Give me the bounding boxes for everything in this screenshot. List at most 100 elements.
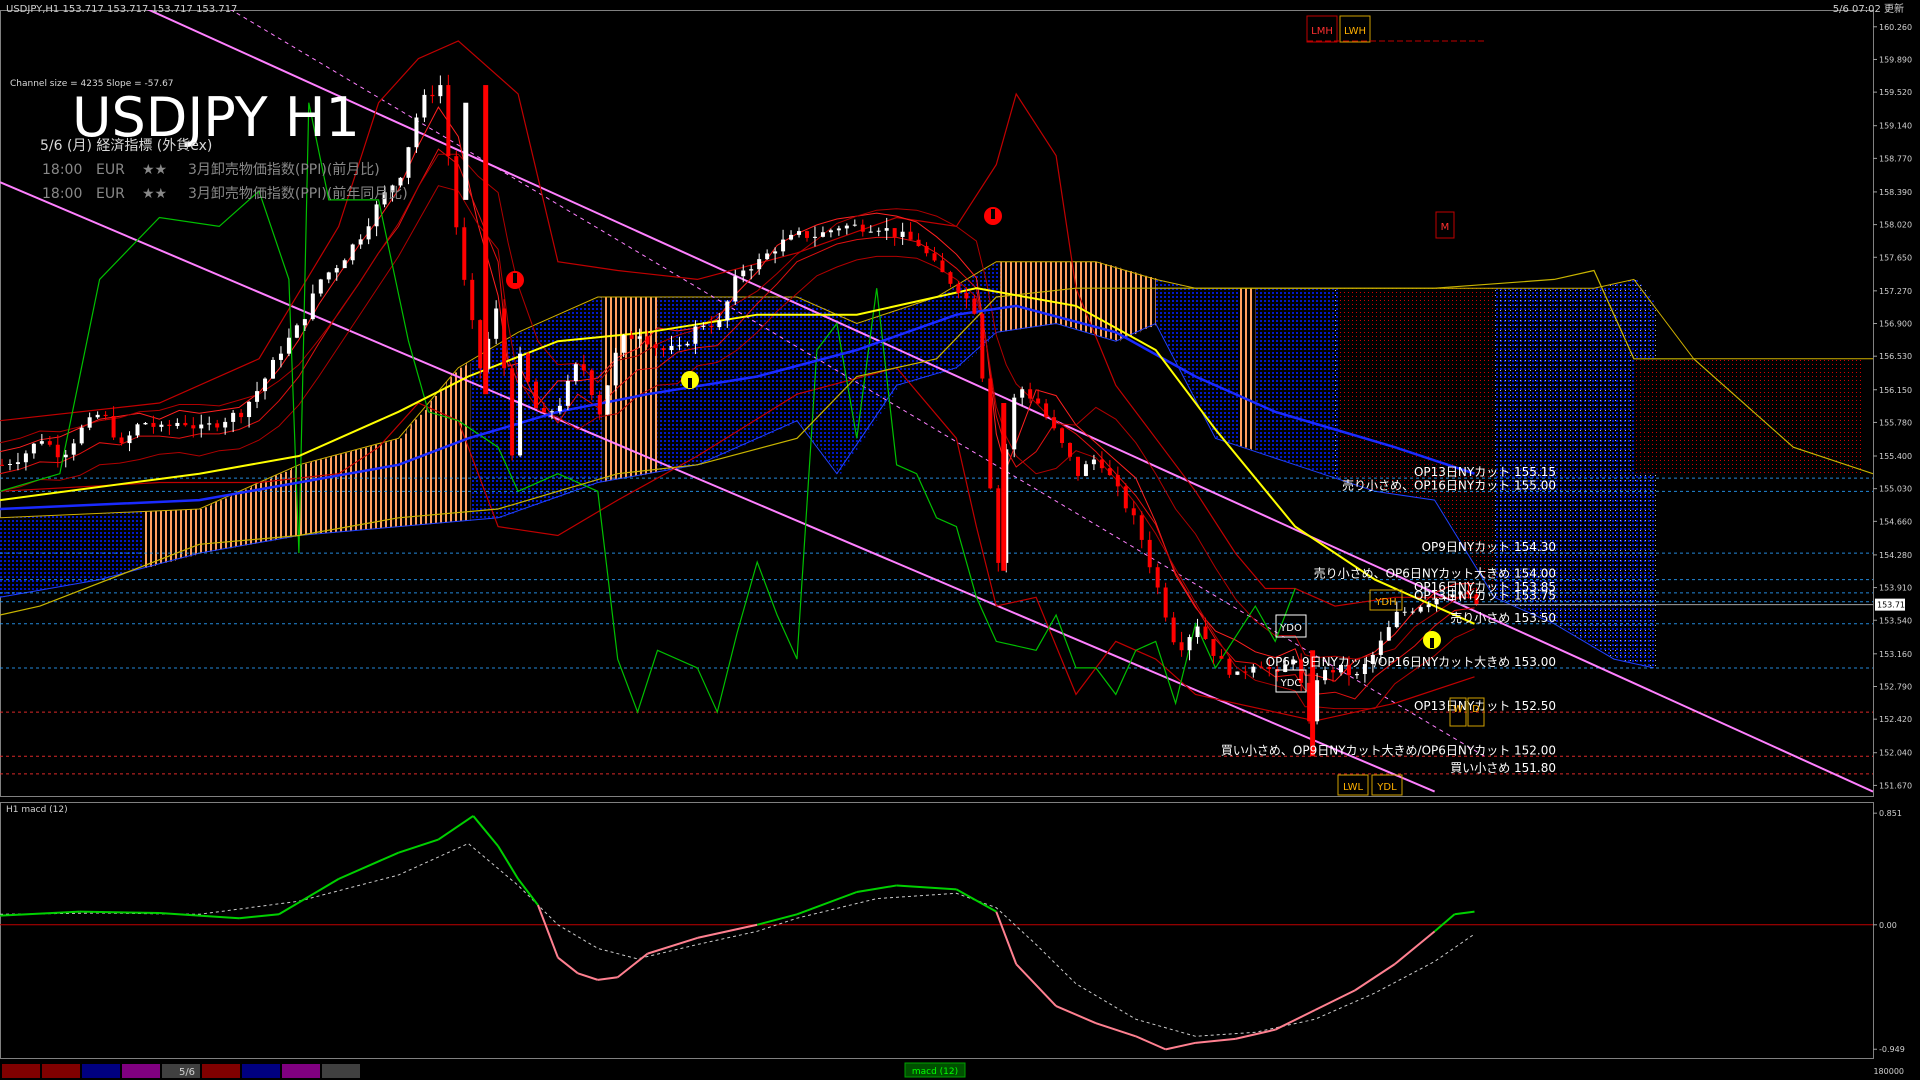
price-level-label: 売り小さめ、OP6日NYカット大きめ 154.00 <box>1314 566 1556 581</box>
cloud-segment <box>932 298 938 375</box>
update-time: 5/6 07:02 更新 <box>1833 2 1904 15</box>
color-swatch <box>42 1064 80 1078</box>
cloud-segment <box>1044 261 1049 326</box>
macd-line <box>597 976 618 981</box>
price-tick-label: 156.530 <box>1879 352 1912 361</box>
cloud-segment <box>1107 265 1113 339</box>
cloud-segment <box>904 307 910 383</box>
marker-ydl-label: YDL <box>1376 782 1397 793</box>
price-tick-label: 152.420 <box>1879 715 1912 724</box>
candle-body <box>860 224 865 232</box>
price-level-label: OP9日NYカット 154.30 <box>1422 540 1556 554</box>
cloud-segment <box>633 297 639 477</box>
cloud-segment <box>876 316 882 415</box>
cloud-segment <box>286 470 292 538</box>
cloud-segment <box>398 438 404 527</box>
cloud-segment <box>135 511 141 571</box>
cloud-segment <box>1335 288 1340 479</box>
candle-body <box>191 425 196 429</box>
cloud-segment <box>816 305 822 448</box>
price-tick-label: 156.900 <box>1879 320 1912 329</box>
candle-body <box>1107 468 1112 476</box>
cloud-segment <box>1255 288 1260 452</box>
cloud-segment <box>231 494 236 548</box>
cloud-segment <box>1227 288 1232 443</box>
candle-body <box>422 94 427 118</box>
macd-line <box>1314 989 1356 1011</box>
cloud-segment <box>1307 288 1312 469</box>
cloud-segment <box>824 309 830 458</box>
candle-body <box>1235 671 1240 675</box>
candle-body <box>828 230 833 233</box>
cloud-segment <box>1215 288 1221 439</box>
candle-body <box>0 464 4 466</box>
candle-body <box>661 348 666 351</box>
cloud-segment <box>1203 288 1209 416</box>
cloud-segment <box>733 297 738 449</box>
cloud-segment <box>1251 288 1256 451</box>
cloud-segment <box>55 515 61 588</box>
candle-body <box>326 272 331 280</box>
macd-tab-label: macd (12) <box>912 1067 958 1077</box>
cloud-segment <box>1231 288 1236 444</box>
macd-line <box>995 911 1018 965</box>
color-swatch <box>242 1064 280 1078</box>
cloud-segment <box>1183 285 1189 378</box>
candle-body <box>581 364 586 371</box>
cloud-segment <box>617 297 623 479</box>
cloud-segment <box>191 509 196 556</box>
cloud-segment <box>1060 261 1065 325</box>
cloud-segment <box>781 297 786 428</box>
cloud-segment <box>1374 288 1380 492</box>
event-name: 3月卸売物価指数(PPI)(前月比) <box>188 161 380 178</box>
cloud-segment <box>1095 261 1101 336</box>
candle-body <box>844 225 849 229</box>
candle-body <box>438 85 443 97</box>
cloud-segment <box>1574 288 1579 636</box>
macd-line <box>1274 1009 1316 1031</box>
price-tick-label: 158.020 <box>1879 221 1912 230</box>
cloud-segment <box>306 462 312 535</box>
candle-body <box>199 424 204 429</box>
bottom-right-value: 180000 <box>1873 1067 1904 1076</box>
macd-tick-label: -0.949 <box>1879 1045 1905 1054</box>
candle-body <box>358 239 363 245</box>
cloud-segment <box>414 419 420 526</box>
candle-body <box>1354 674 1359 676</box>
cloud-segment <box>442 386 447 523</box>
marker-lwh-label: LWH <box>1344 26 1366 37</box>
cloud-segment <box>1562 288 1567 629</box>
price-tick-label: 151.670 <box>1879 781 1912 790</box>
cloud-segment <box>872 318 878 421</box>
cloud-segment <box>737 297 742 448</box>
cloud-segment <box>944 292 950 372</box>
cloud-segment <box>426 405 431 525</box>
cloud-segment <box>1370 288 1376 490</box>
cloud-segment <box>211 503 216 552</box>
candle-body <box>502 308 507 369</box>
cloud-segment <box>378 443 384 529</box>
cloud-segment <box>1350 288 1356 484</box>
candle-body <box>63 454 68 458</box>
macd-line <box>1165 1041 1196 1051</box>
event-time: 18:00 <box>42 186 82 202</box>
candle-body <box>39 441 44 444</box>
cloud-segment <box>777 297 782 430</box>
event-currency: EUR <box>96 162 125 178</box>
cloud-segment <box>585 302 591 487</box>
candle-body <box>1378 640 1383 655</box>
candle-body <box>852 224 857 226</box>
cloud-segment <box>553 316 559 499</box>
candle-body <box>462 227 467 280</box>
price-tick-label: 159.140 <box>1879 122 1912 131</box>
candle-body <box>47 441 52 445</box>
cloud-segment <box>1609 284 1615 657</box>
macd-line <box>159 911 240 920</box>
cloud-segment <box>1319 288 1324 473</box>
candle-body <box>1036 398 1041 404</box>
macd-label: H1 macd (12) <box>6 805 68 815</box>
cloud-segment <box>1338 288 1344 480</box>
cloud-segment <box>1155 279 1161 324</box>
macd-tab[interactable]: macd (12) <box>904 1062 966 1078</box>
chart-canvas: 160.260 159.890 159.520 159.140 158.770 158.3… <box>0 2 1920 1080</box>
